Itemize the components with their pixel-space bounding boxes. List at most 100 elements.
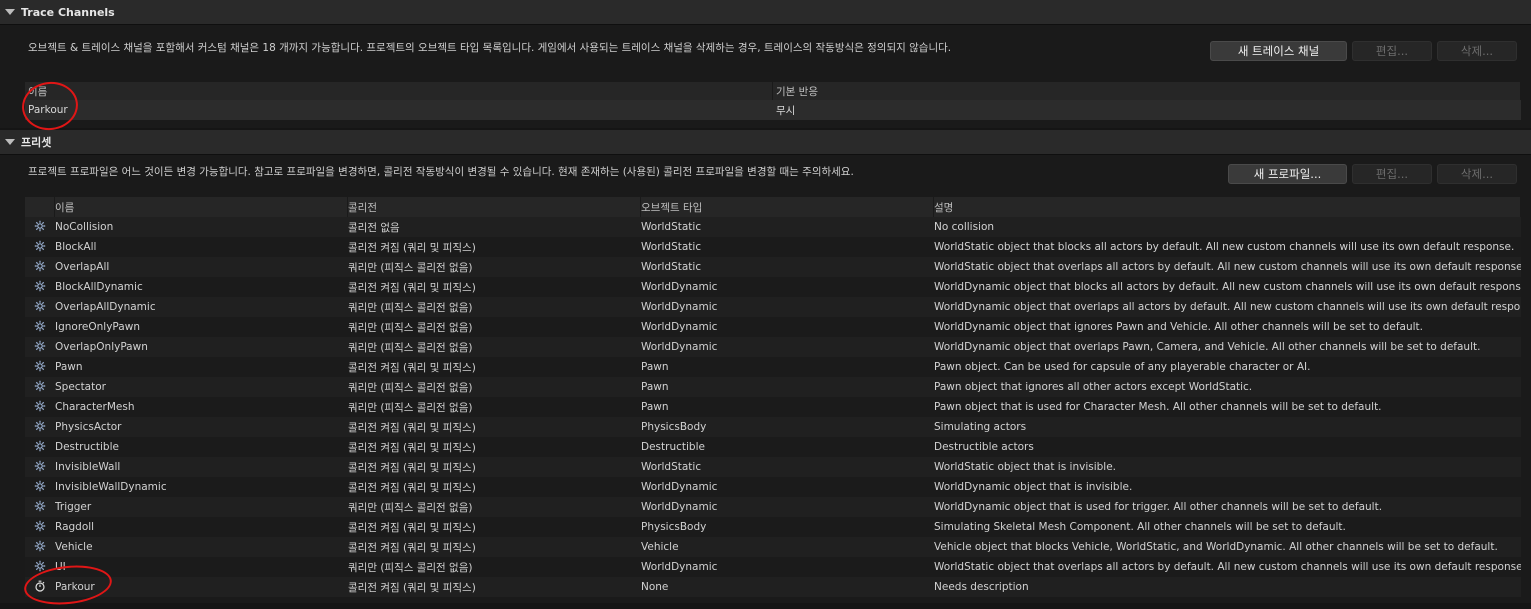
preset-collision: 콜리전 켜짐 (쿼리 및 피직스): [348, 541, 476, 554]
table-row[interactable]: Destructible 콜리전 켜짐 (쿼리 및 피직스) Destructibl…: [25, 437, 1521, 457]
preset-collision: 쿼리만 (피직스 콜리전 없음): [348, 401, 473, 414]
preset-name: IgnoreOnlyPawn: [55, 321, 140, 333]
collapse-triangle-icon[interactable]: [5, 139, 15, 145]
preset-object-type: WorldDynamic: [641, 501, 718, 513]
column-header-description[interactable]: 설명: [934, 197, 1521, 217]
preset-name: Trigger: [55, 501, 92, 513]
preset-description: WorldStatic object that overlaps all act…: [934, 561, 1521, 573]
edit-profile-button[interactable]: 편집...: [1352, 164, 1432, 184]
presets-header[interactable]: 프리셋: [0, 130, 1531, 155]
gear-icon: [34, 220, 46, 235]
trace-channels-header[interactable]: Trace Channels: [0, 0, 1531, 25]
preset-description: Pawn object that ignores all other actor…: [934, 381, 1253, 393]
preset-collision: 쿼리만 (피직스 콜리전 없음): [348, 261, 473, 274]
gear-icon: [34, 540, 46, 555]
table-row[interactable]: InvisibleWallDynamic 콜리전 켜짐 (쿼리 및 피직스) Wor…: [25, 477, 1521, 497]
presets-description: 프로젝트 프로파일은 어느 것이든 변경 가능합니다. 참고로 프로파일을 변경…: [28, 166, 854, 178]
table-row[interactable]: CharacterMesh 쿼리만 (피직스 콜리전 없음) Pawn Pawn ob…: [25, 397, 1521, 417]
table-row[interactable]: BlockAll 콜리전 켜짐 (쿼리 및 피직스) WorldStatic Worl…: [25, 237, 1521, 257]
preset-name: Spectator: [55, 381, 106, 393]
table-row[interactable]: OverlapAllDynamic 쿼리만 (피직스 콜리전 없음) WorldDy…: [25, 297, 1521, 317]
preset-description: Simulating actors: [934, 421, 1027, 433]
preset-name: InvisibleWallDynamic: [55, 481, 167, 493]
preset-object-type: WorldStatic: [641, 261, 702, 273]
preset-object-type: WorldStatic: [641, 461, 702, 473]
preset-name: CharacterMesh: [55, 401, 135, 413]
preset-name: PhysicsActor: [55, 421, 122, 433]
table-row[interactable]: OverlapAll 쿼리만 (피직스 콜리전 없음) WorldStatic Wor…: [25, 257, 1521, 277]
table-row[interactable]: InvisibleWall 콜리전 켜짐 (쿼리 및 피직스) WorldStati…: [25, 457, 1521, 477]
gear-icon: [34, 480, 46, 495]
preset-description: WorldDynamic object that overlaps Pawn, …: [934, 341, 1481, 353]
column-header-collision[interactable]: 콜리전: [348, 197, 641, 217]
gear-icon: [34, 420, 46, 435]
table-row[interactable]: Trigger 쿼리만 (피직스 콜리전 없음) WorldDynamic World…: [25, 497, 1521, 517]
preset-collision: 콜리전 켜짐 (쿼리 및 피직스): [348, 461, 476, 474]
preset-collision: 쿼리만 (피직스 콜리전 없음): [348, 381, 473, 394]
table-row[interactable]: PhysicsActor 콜리전 켜짐 (쿼리 및 피직스) PhysicsBody…: [25, 417, 1521, 437]
preset-object-type: WorldDynamic: [641, 281, 718, 293]
table-row[interactable]: UI 쿼리만 (피직스 콜리전 없음) WorldDynamic WorldStati…: [25, 557, 1521, 577]
table-row[interactable]: Vehicle 콜리전 켜짐 (쿼리 및 피직스) Vehicle Vehicle o…: [25, 537, 1521, 557]
edit-trace-channel-button[interactable]: 편집...: [1352, 41, 1432, 61]
table-row[interactable]: Ragdoll 콜리전 켜짐 (쿼리 및 피직스) PhysicsBody Simul…: [25, 517, 1521, 537]
new-trace-channel-button[interactable]: 새 트레이스 채널: [1210, 41, 1347, 61]
preset-collision: 콜리전 켜짐 (쿼리 및 피직스): [348, 581, 476, 594]
trace-channels-description: 오브젝트 & 트레이스 채널을 포함해서 커스텀 채널은 18 개까지 가능합니…: [28, 42, 952, 54]
preset-object-type: PhysicsBody: [641, 521, 707, 533]
preset-object-type: WorldStatic: [641, 241, 702, 253]
preset-name: BlockAllDynamic: [55, 281, 143, 293]
preset-collision: 쿼리만 (피직스 콜리전 없음): [348, 561, 473, 574]
column-header-icon: [25, 197, 55, 217]
preset-name: InvisibleWall: [55, 461, 121, 473]
preset-name: Ragdoll: [55, 521, 95, 533]
preset-rows: NoCollision 콜리전 없음 WorldStatic No collision…: [25, 217, 1521, 597]
table-row[interactable]: IgnoreOnlyPawn 쿼리만 (피직스 콜리전 없음) WorldDynam…: [25, 317, 1521, 337]
preset-collision: 쿼리만 (피직스 콜리전 없음): [348, 301, 473, 314]
gear-icon: [34, 240, 46, 255]
gear-icon: [34, 440, 46, 455]
trace-channels-panel: 오브젝트 & 트레이스 채널을 포함해서 커스텀 채널은 18 개까지 가능합니…: [0, 25, 1531, 128]
table-row[interactable]: OverlapOnlyPawn 쿼리만 (피직스 콜리전 없음) WorldDyna…: [25, 337, 1521, 357]
section-title: 프리셋: [21, 136, 52, 149]
section-title: Trace Channels: [21, 5, 115, 19]
preset-object-type: PhysicsBody: [641, 421, 707, 433]
table-row[interactable]: BlockAllDynamic 콜리전 켜짐 (쿼리 및 피직스) WorldDyn…: [25, 277, 1521, 297]
preset-description: WorldDynamic object that overlaps all ac…: [934, 301, 1521, 313]
table-row[interactable]: Pawn 콜리전 켜짐 (쿼리 및 피직스) Pawn Pawn object. Ca…: [25, 357, 1521, 377]
gear-icon: [34, 260, 46, 275]
column-header-name[interactable]: 이름: [55, 197, 348, 217]
table-row[interactable]: NoCollision 콜리전 없음 WorldStatic No collision: [25, 217, 1521, 237]
gear-icon: [34, 340, 46, 355]
preset-object-type: WorldStatic: [641, 221, 702, 233]
gear-icon: [34, 400, 46, 415]
gear-icon: [34, 360, 46, 375]
delete-trace-channel-button[interactable]: 삭제...: [1437, 41, 1517, 61]
gear-icon: [34, 380, 46, 395]
preset-description: Destructible actors: [934, 441, 1034, 453]
table-row[interactable]: Parkour 콜리전 켜짐 (쿼리 및 피직스) None Needs descri…: [25, 577, 1521, 597]
preset-description: WorldDynamic object that ignores Pawn an…: [934, 321, 1424, 333]
column-header-name[interactable]: 이름: [25, 82, 773, 100]
preset-object-type: WorldDynamic: [641, 321, 718, 333]
delete-profile-button[interactable]: 삭제...: [1437, 164, 1517, 184]
trace-channels-table: 이름 기본 반응 Parkour 무시: [25, 82, 1521, 120]
preset-name: NoCollision: [55, 221, 114, 233]
preset-collision: 쿼리만 (피직스 콜리전 없음): [348, 321, 473, 334]
gear-icon: [34, 320, 46, 335]
preset-object-type: Pawn: [641, 381, 669, 393]
column-header-object-type[interactable]: 오브젝트 타입: [641, 197, 934, 217]
preset-name: OverlapAllDynamic: [55, 301, 156, 313]
table-row[interactable]: Spectator 쿼리만 (피직스 콜리전 없음) Pawn Pawn object…: [25, 377, 1521, 397]
new-profile-button[interactable]: 새 프로파일...: [1228, 164, 1347, 184]
preset-collision: 콜리전 켜짐 (쿼리 및 피직스): [348, 281, 476, 294]
preset-collision: 콜리전 켜짐 (쿼리 및 피직스): [348, 421, 476, 434]
preset-description: WorldDynamic object that is invisible.: [934, 481, 1133, 493]
preset-name: BlockAll: [55, 241, 97, 253]
collapse-triangle-icon[interactable]: [5, 9, 15, 15]
table-header: 이름 기본 반응: [25, 82, 1521, 100]
preset-object-type: Vehicle: [641, 541, 679, 553]
table-row[interactable]: Parkour 무시: [25, 100, 1521, 120]
preset-collision: 콜리전 켜짐 (쿼리 및 피직스): [348, 241, 476, 254]
column-header-default-response[interactable]: 기본 반응: [773, 82, 1521, 100]
